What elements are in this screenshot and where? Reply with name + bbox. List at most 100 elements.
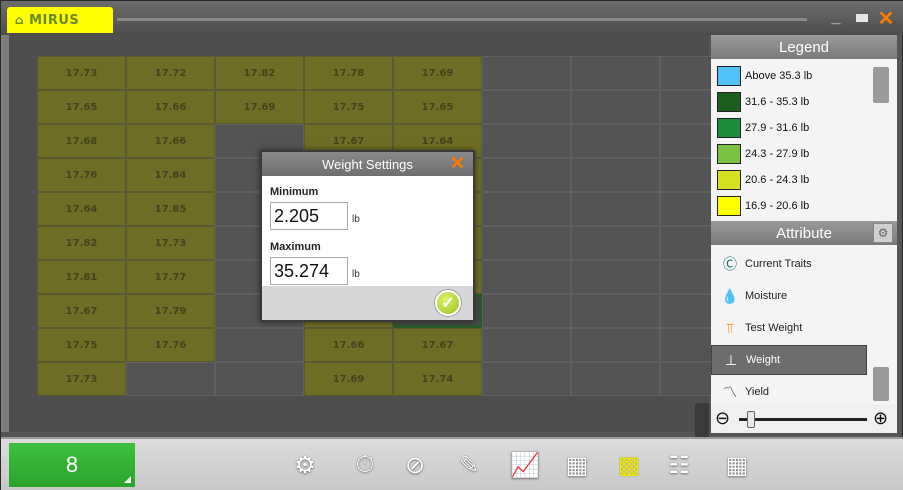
grid-cell[interactable]: 17.82 <box>37 226 126 260</box>
map-grid-tool-button[interactable]: ▩ <box>613 449 645 481</box>
grid-cell[interactable] <box>571 158 660 192</box>
grid-cell[interactable] <box>482 294 571 328</box>
grid-cell[interactable]: 17.67 <box>37 294 126 328</box>
attribute-item[interactable]: 〽 Yield <box>711 377 867 407</box>
grid-cell[interactable]: 17.85 <box>126 192 215 226</box>
page-number-button[interactable]: 8 <box>9 443 135 487</box>
grid-cell[interactable]: 17.67 <box>393 328 482 362</box>
grid-cell[interactable]: 17.84 <box>126 158 215 192</box>
minimize-button[interactable]: _ <box>827 9 845 27</box>
grid-cell[interactable]: 17.76 <box>126 328 215 362</box>
attribute-item[interactable]: ⫪ Test Weight <box>711 313 867 343</box>
grid-cell[interactable] <box>482 362 571 396</box>
grid-cell[interactable] <box>482 124 571 158</box>
table-icon: ☷ <box>668 451 690 479</box>
grid-cell[interactable]: 17.64 <box>37 192 126 226</box>
grid-cell[interactable]: 17.65 <box>393 90 482 124</box>
grid-cell[interactable] <box>571 56 660 90</box>
grid-cell[interactable]: 17.77 <box>126 260 215 294</box>
grid-cell[interactable] <box>571 90 660 124</box>
grid-cell[interactable]: 17.66 <box>126 90 215 124</box>
grid-cell[interactable]: 17.74 <box>393 362 482 396</box>
grid-cell[interactable]: 17.66 <box>126 124 215 158</box>
maximum-input[interactable]: 35.274 <box>270 257 348 285</box>
grid-cell[interactable] <box>571 260 660 294</box>
zoom-in-icon[interactable]: ⊕ <box>873 408 888 429</box>
grid-cell[interactable]: 17.69 <box>215 90 304 124</box>
chart-tool-button[interactable]: 📈 <box>509 449 541 481</box>
grid-cell[interactable] <box>482 56 571 90</box>
legend-swatch <box>717 144 741 164</box>
attribute-item[interactable]: Ⓒ Current Traits <box>711 249 867 279</box>
compass-tool-button[interactable]: ⊘ <box>399 449 431 481</box>
test-weight-icon: ⫪ <box>726 319 734 336</box>
grid-cell[interactable] <box>571 124 660 158</box>
grid-cell[interactable]: 17.75 <box>37 328 126 362</box>
grid-cell[interactable]: 17.78 <box>304 56 393 90</box>
zoom-slider-thumb[interactable] <box>747 411 755 428</box>
legend-swatch <box>717 92 741 112</box>
maximize-button[interactable] <box>853 9 871 27</box>
grid-cell[interactable] <box>571 192 660 226</box>
zoom-out-icon[interactable]: ⊖ <box>715 408 730 429</box>
grid-cell[interactable] <box>482 158 571 192</box>
droplet-icon: 💧 <box>721 287 739 304</box>
legend-item: 27.9 - 31.6 lb <box>717 117 809 139</box>
grid-cell[interactable]: 17.79 <box>126 294 215 328</box>
legend-swatch <box>717 196 741 216</box>
grid-cell[interactable] <box>215 362 304 396</box>
dialog-close-icon[interactable]: ✕ <box>450 153 465 174</box>
traits-icon: Ⓒ <box>723 256 737 272</box>
app-window: ⌂ MIRUS _ ✕ 17.73 17.72 17.82 17.78 17.69 17.… <box>0 0 903 490</box>
legend-swatch <box>717 170 741 190</box>
grid-cell[interactable]: 17.76 <box>37 158 126 192</box>
close-button[interactable]: ✕ <box>877 8 895 30</box>
grid-cell[interactable] <box>482 90 571 124</box>
grid-cell[interactable]: 17.69 <box>393 56 482 90</box>
grid-cell[interactable] <box>482 328 571 362</box>
grid-cell[interactable]: 17.65 <box>37 90 126 124</box>
legend-scroll-thumb[interactable] <box>873 67 889 103</box>
grid-tool-button[interactable]: ▦ <box>561 449 593 481</box>
grid-cell[interactable] <box>482 260 571 294</box>
settings-tool-button[interactable]: ⚙ <box>289 449 321 481</box>
grid-cell[interactable] <box>571 294 660 328</box>
weight-icon: ⊥ <box>724 351 738 368</box>
attribute-item[interactable]: 💧 Moisture <box>711 281 867 311</box>
attribute-item[interactable]: ⊥ Weight <box>711 345 867 375</box>
table-tool-button[interactable]: ☷ <box>663 449 695 481</box>
grid-cell[interactable] <box>126 362 215 396</box>
grid-cell[interactable] <box>482 226 571 260</box>
grid-cell[interactable]: 17.66 <box>304 328 393 362</box>
grid-cell[interactable]: 17.72 <box>126 56 215 90</box>
grid-cell[interactable]: 17.69 <box>304 362 393 396</box>
minimum-input[interactable]: 2.205 <box>270 202 348 230</box>
grid-cell[interactable]: 17.81 <box>37 260 126 294</box>
grid-cell[interactable]: 17.73 <box>37 56 126 90</box>
grid-cell[interactable] <box>571 226 660 260</box>
grid-cell[interactable] <box>215 328 304 362</box>
grid-cell[interactable]: 17.68 <box>37 124 126 158</box>
vertical-scroll-thumb[interactable] <box>695 403 709 437</box>
grid-cell[interactable] <box>482 192 571 226</box>
grid-cell[interactable]: 17.82 <box>215 56 304 90</box>
edit-tool-button[interactable]: ✎ <box>453 449 485 481</box>
grid-cell[interactable] <box>571 328 660 362</box>
zoom-slider-track[interactable] <box>739 418 867 421</box>
grid-cell[interactable]: 17.75 <box>304 90 393 124</box>
legend-panel: Legend Above 35.3 lb 31.6 - 35.3 lb 27.9 -… <box>711 35 897 221</box>
legend-label: 20.6 - 24.3 lb <box>745 174 810 186</box>
logo-tab[interactable]: ⌂ MIRUS <box>7 7 113 33</box>
timer-tool-button[interactable]: ⏱ <box>349 449 381 481</box>
legend-item: 31.6 - 35.3 lb <box>717 91 809 113</box>
legend-item: 20.6 - 24.3 lb <box>717 169 809 191</box>
grid-cell[interactable]: 17.73 <box>37 362 126 396</box>
attribute-settings-button[interactable]: ⚙ <box>873 223 893 243</box>
confirm-button[interactable]: ✓ <box>435 290 461 316</box>
yield-icon: 〽 <box>723 384 737 400</box>
calculator-tool-button[interactable]: ▦ <box>721 449 753 481</box>
attribute-scroll-thumb[interactable] <box>873 367 889 401</box>
page-number: 8 <box>65 452 79 477</box>
grid-cell[interactable] <box>571 362 660 396</box>
grid-cell[interactable]: 17.73 <box>126 226 215 260</box>
